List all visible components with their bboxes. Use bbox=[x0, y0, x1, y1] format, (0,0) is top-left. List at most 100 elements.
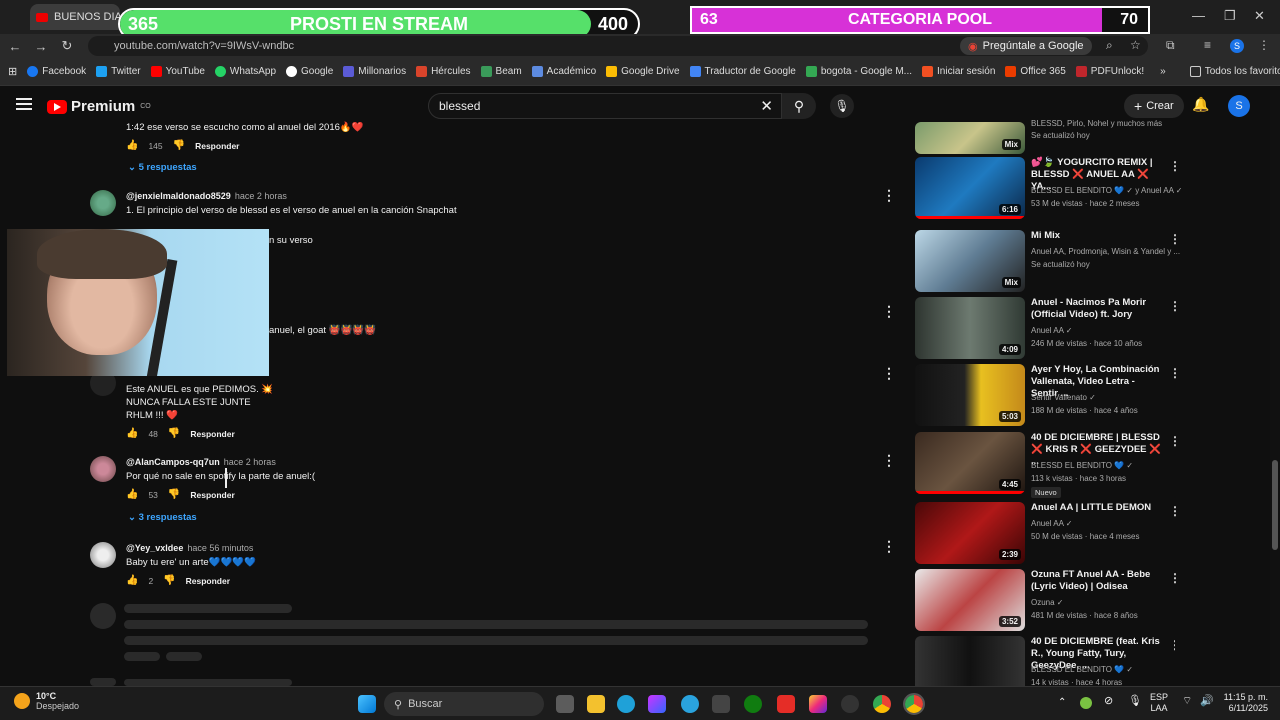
tray-app-icon[interactable] bbox=[1080, 697, 1092, 709]
dislike-icon[interactable]: 👎 bbox=[168, 489, 180, 500]
sidebar-video-4[interactable]: 5:03 Ayer Y Hoy, La Combinación Vallenat… bbox=[915, 364, 1181, 426]
apps-icon[interactable]: ⊞ bbox=[8, 65, 17, 78]
more-options-icon[interactable]: ⋮ bbox=[1169, 159, 1181, 173]
more-options-icon[interactable]: ⋮ bbox=[1169, 571, 1181, 585]
all-bookmarks[interactable]: Todos los favoritos bbox=[1189, 66, 1280, 77]
bookmark-millonarios[interactable]: Millonarios bbox=[343, 66, 406, 77]
media-icon[interactable]: ≡ bbox=[1204, 38, 1211, 52]
bookmark-academico[interactable]: Académico bbox=[531, 66, 596, 77]
edge-icon[interactable] bbox=[617, 695, 635, 713]
maximize-icon[interactable]: ❐ bbox=[1224, 8, 1236, 24]
video-thumbnail[interactable] bbox=[915, 636, 1025, 686]
obs-icon[interactable] bbox=[841, 695, 859, 713]
sidebar-video-7[interactable]: 3:52 Ozuna FT Anuel AA - Bebe (Lyric Vid… bbox=[915, 569, 1181, 631]
video-channel[interactable]: BLESSD EL BENDITO 💙 ✓ bbox=[1031, 460, 1181, 472]
bookmark-translate[interactable]: Traductor de Google bbox=[689, 66, 796, 77]
video-thumbnail[interactable]: Mix bbox=[915, 122, 1025, 154]
clock[interactable]: 11:15 p. m. 6/11/2025 bbox=[1218, 692, 1268, 714]
like-icon[interactable]: 👍 bbox=[126, 140, 138, 151]
volume-icon[interactable]: 🔊 bbox=[1200, 696, 1214, 707]
dislike-icon[interactable]: 👎 bbox=[163, 575, 175, 586]
language-indicator[interactable]: ESP LAA bbox=[1150, 692, 1168, 714]
bookmark-pdfunlock[interactable]: PDFUnlock! bbox=[1075, 66, 1144, 77]
more-options-icon[interactable]: ⋮ bbox=[1169, 434, 1181, 448]
bookmark-youtube[interactable]: YouTube bbox=[150, 66, 205, 77]
replies-toggle[interactable]: ⌄ 5 respuestas bbox=[128, 162, 197, 173]
star-icon[interactable]: ☆ bbox=[1130, 38, 1141, 52]
video-thumbnail[interactable]: 4:45 bbox=[915, 432, 1025, 494]
avatar[interactable] bbox=[90, 190, 116, 216]
video-channel[interactable]: BLESSD, Pirlo, Nohel y muchos más bbox=[1031, 118, 1181, 130]
video-thumbnail[interactable]: 5:03 bbox=[915, 364, 1025, 426]
comment-time[interactable]: hace 56 minutos bbox=[187, 543, 253, 553]
mic-icon[interactable]: 🎙 bbox=[1128, 696, 1142, 707]
xbox-icon[interactable] bbox=[744, 695, 762, 713]
comment-time[interactable]: hace 2 horas bbox=[235, 191, 287, 201]
chrome-active-icon[interactable] bbox=[903, 693, 925, 715]
bookmark-login[interactable]: Iniciar sesión bbox=[922, 66, 995, 77]
reply-button[interactable]: Responder bbox=[190, 490, 234, 500]
profile-avatar[interactable]: S bbox=[1230, 39, 1244, 53]
forward-icon[interactable]: → bbox=[28, 39, 54, 54]
telegram-icon[interactable] bbox=[681, 695, 699, 713]
bookmark-maps[interactable]: bogota - Google M... bbox=[805, 66, 912, 77]
more-options-icon[interactable]: ⋮ bbox=[882, 365, 896, 382]
chrome-icon[interactable] bbox=[873, 695, 891, 713]
video-thumbnail[interactable]: 4:09 bbox=[915, 297, 1025, 359]
bookmark-facebook[interactable]: Facebook bbox=[27, 66, 86, 77]
video-thumbnail[interactable]: 6:16 bbox=[915, 157, 1025, 219]
bookmark-twitter[interactable]: Twitter bbox=[96, 66, 141, 77]
avatar[interactable] bbox=[90, 456, 116, 482]
comment-author[interactable]: @jenxielmaldonado8529 bbox=[126, 191, 231, 201]
tray-expand-icon[interactable]: ⌃ bbox=[1058, 697, 1066, 708]
bookmark-whatsapp[interactable]: WhatsApp bbox=[214, 66, 276, 77]
more-options-icon[interactable]: ⋮ bbox=[1169, 638, 1175, 652]
video-thumbnail[interactable]: Mix bbox=[915, 230, 1025, 292]
bookmark-google-drive[interactable]: Google Drive bbox=[606, 66, 680, 77]
more-options-icon[interactable]: ⋮ bbox=[1169, 366, 1181, 380]
sidebar-video-0[interactable]: Mix BLESSD, Pirlo, Nohel y muchos más Se… bbox=[915, 119, 1175, 154]
video-channel[interactable]: Anuel AA ✓ bbox=[1031, 325, 1181, 337]
more-bookmarks-icon[interactable]: » bbox=[1160, 66, 1166, 77]
store-icon[interactable] bbox=[712, 695, 730, 713]
taskbar-search[interactable]: ⚲ Buscar bbox=[384, 692, 544, 716]
network-off-icon[interactable]: ⊘ bbox=[1104, 696, 1113, 707]
sidebar-video-2[interactable]: Mix Mi Mix Anuel AA, Prodmonja, Wisin & … bbox=[915, 230, 1181, 292]
menu-icon[interactable]: ⋮ bbox=[1258, 38, 1270, 52]
video-channel[interactable]: Sentir Vallenato ✓ bbox=[1031, 392, 1181, 404]
extensions-icon[interactable]: ⧉ bbox=[1166, 38, 1175, 53]
back-icon[interactable]: ← bbox=[2, 39, 28, 54]
more-options-icon[interactable]: ⋮ bbox=[882, 452, 896, 469]
sidebar-video-1[interactable]: 6:16 💕🍃 YOGURCITO REMIX | BLESSD ❌ ANUEL… bbox=[915, 157, 1181, 219]
bookmark-beam[interactable]: Beam bbox=[480, 66, 522, 77]
dislike-icon[interactable]: 👎 bbox=[173, 140, 185, 151]
start-icon[interactable] bbox=[358, 695, 376, 713]
reply-button[interactable]: Responder bbox=[186, 576, 230, 586]
minimize-icon[interactable]: — bbox=[1192, 8, 1205, 23]
reload-icon[interactable]: ↻ bbox=[54, 38, 80, 54]
search-button[interactable]: ⚲ bbox=[782, 93, 816, 119]
sidebar-video-6[interactable]: 2:39 Anuel AA | LITTLE DEMON Anuel AA ✓ … bbox=[915, 502, 1181, 564]
bookmark-hercules[interactable]: Hércules bbox=[416, 66, 471, 77]
ask-google-button[interactable]: ◉ Pregúntale a Google bbox=[960, 37, 1092, 55]
clear-search-icon[interactable]: ✕ bbox=[760, 97, 773, 115]
wifi-icon[interactable]: ⌔ bbox=[1182, 696, 1192, 707]
bookmark-office[interactable]: Office 365 bbox=[1005, 66, 1066, 77]
video-title[interactable]: Mi Mix bbox=[1031, 230, 1163, 242]
video-title[interactable]: Anuel - Nacimos Pa Morir (Official Video… bbox=[1031, 297, 1163, 321]
close-icon[interactable]: ✕ bbox=[1254, 8, 1265, 24]
voice-search-icon[interactable]: 🎙 bbox=[830, 94, 854, 118]
video-thumbnail[interactable]: 2:39 bbox=[915, 502, 1025, 564]
sidebar-video-5[interactable]: 4:45 40 DE DICIEMBRE | BLESSD ❌ KRIS R ❌… bbox=[915, 432, 1181, 498]
wps-icon[interactable] bbox=[777, 695, 795, 713]
like-icon[interactable]: 👍 bbox=[126, 428, 138, 439]
sidebar-video-8[interactable]: 40 DE DICIEMBRE (feat. Kris R., Young Fa… bbox=[915, 636, 1175, 686]
instagram-icon[interactable] bbox=[809, 695, 827, 713]
copilot-icon[interactable] bbox=[648, 695, 666, 713]
video-channel[interactable]: BLESSD EL BENDITO 💙 ✓ bbox=[1031, 664, 1175, 676]
video-title[interactable]: Ozuna FT Anuel AA - Bebe (Lyric Video) |… bbox=[1031, 569, 1163, 593]
youtube-premium-logo[interactable]: Premium CO bbox=[47, 98, 151, 115]
page-scrollbar[interactable] bbox=[1270, 90, 1280, 686]
bookmark-google[interactable]: Google bbox=[286, 66, 333, 77]
video-title[interactable]: Anuel AA | LITTLE DEMON bbox=[1031, 502, 1163, 514]
